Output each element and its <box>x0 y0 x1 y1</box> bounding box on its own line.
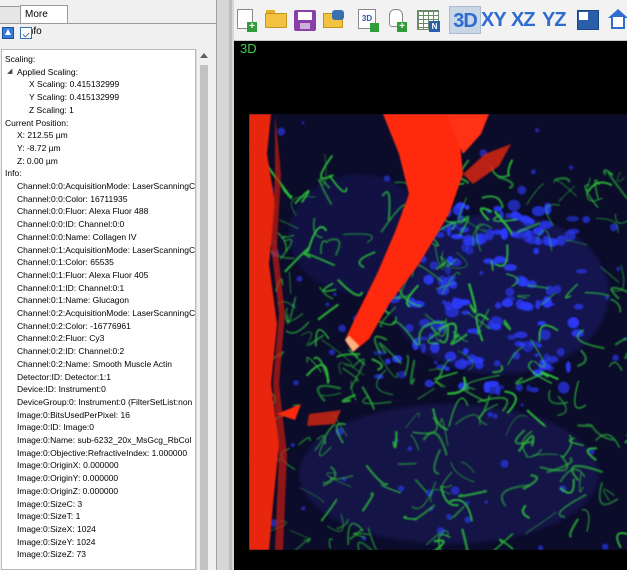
main-toolbar: + 3D + N 3D XY XZ YZ <box>234 0 627 41</box>
tree-item[interactable]: Channel:0:1:ID: Channel:0:1 <box>17 282 124 294</box>
tree-item[interactable]: Image:0:ID: Image:0 <box>17 421 94 433</box>
view-mode-label: 3D <box>240 41 257 56</box>
view-3d-button[interactable]: 3D <box>449 6 481 34</box>
tree-item[interactable]: Z Scaling: 1 <box>29 104 74 116</box>
tree-item[interactable]: Device:ID: Instrument:0 <box>17 383 106 395</box>
tree-item[interactable]: Channel:0:1:Fluor: Alexa Fluor 405 <box>17 269 148 281</box>
layout-icon[interactable] <box>575 7 601 33</box>
image-viewer[interactable]: 3D <box>234 41 627 570</box>
metadata-tree[interactable]: Scaling: ◢ Applied Scaling: X Scaling: 0.41… <box>1 49 196 570</box>
tree-item[interactable]: Image:0:SizeZ: 73 <box>17 548 86 560</box>
microscopy-image[interactable] <box>249 114 627 550</box>
tree-item[interactable]: Image:0:BitsUsedPerPixel: 16 <box>17 409 130 421</box>
tree-item[interactable]: Detector:ID: Detector:1:1 <box>17 371 111 383</box>
tree-item[interactable]: Channel:0:1:Name: Glucagon <box>17 294 129 306</box>
panel-toolbar <box>0 23 216 44</box>
tree-item[interactable]: Image:0:Name: sub-6232_20x_MsGcg_RbCol <box>17 434 191 446</box>
expand-toggle-icon[interactable]: ◢ <box>7 66 12 78</box>
view-xy-button[interactable]: XY <box>481 6 507 34</box>
tree-item[interactable]: Channel:0:2:ID: Channel:0:2 <box>17 345 124 357</box>
tree-item[interactable]: Channel:0:2:AcquisitionMode: LaserScanni… <box>17 307 195 319</box>
new-document-icon[interactable]: + <box>234 7 260 33</box>
python-folder-icon[interactable] <box>321 7 347 33</box>
view-xz-button[interactable]: XZ <box>511 6 536 34</box>
tree-item[interactable]: Image:0:SizeT: 1 <box>17 510 80 522</box>
panel-splitter[interactable] <box>217 0 234 570</box>
document-check-icon[interactable] <box>20 27 32 39</box>
scrollbar-thumb[interactable] <box>200 65 208 570</box>
tree-item[interactable]: Applied Scaling: <box>17 66 78 78</box>
sort-up-icon[interactable] <box>2 27 14 39</box>
tree-item[interactable]: Channel:0:2:Fluor: Cy3 <box>17 332 104 344</box>
tree-item[interactable]: Channel:0:0:ID: Channel:0:0 <box>17 218 124 230</box>
tree-item[interactable]: Y Scaling: 0.415132999 <box>29 91 119 103</box>
tree-item[interactable]: Image:0:SizeY: 1024 <box>17 536 95 548</box>
tree-item[interactable]: Scaling: <box>5 53 35 65</box>
tree-item[interactable]: X: 212.55 µm <box>17 129 68 141</box>
tree-item[interactable]: Channel:0:0:Fluor: Alexa Fluor 488 <box>17 205 148 217</box>
tree-item[interactable]: Image:0:OriginZ: 0.000000 <box>17 485 118 497</box>
tree-item[interactable]: Info: <box>5 167 22 179</box>
info-panel: ges More Info Scaling:◢Applied Scaling:X… <box>0 0 217 570</box>
tree-scrollbar[interactable] <box>196 49 211 570</box>
tree-item[interactable]: Image:0:OriginY: 0.000000 <box>17 472 118 484</box>
tree-item[interactable]: X Scaling: 0.415132999 <box>29 78 119 90</box>
tree-item[interactable]: Current Position: <box>5 117 68 129</box>
tree-item[interactable]: Channel:0:2:Color: -16776961 <box>17 320 131 332</box>
tree-item[interactable]: Y: -8.72 µm <box>17 142 61 154</box>
tree-item[interactable]: Channel:0:1:Color: 65535 <box>17 256 114 268</box>
tree-item[interactable]: Image:0:OriginX: 0.000000 <box>17 459 119 471</box>
tree-item[interactable]: Image:0:SizeC: 3 <box>17 498 82 510</box>
microscopy-render <box>249 114 627 550</box>
spreadsheet-icon[interactable]: N <box>415 7 441 33</box>
save-disk-icon[interactable] <box>292 7 318 33</box>
tree-item[interactable]: Channel:0:0:Name: Collagen IV <box>17 231 137 243</box>
tree-item[interactable]: Channel:0:2:Name: Smooth Muscle Actin <box>17 358 172 370</box>
add-annotation-icon[interactable]: + <box>384 7 410 33</box>
tab-more-info[interactable]: More Info <box>20 5 68 37</box>
export-3d-icon[interactable]: 3D <box>355 7 381 33</box>
tree-item[interactable]: Z: 0.00 µm <box>17 155 58 167</box>
tree-item[interactable]: Channel:0:0:Color: 16711935 <box>17 193 127 205</box>
scroll-up-icon[interactable] <box>200 53 208 58</box>
tree-item[interactable]: DeviceGroup:0: Instrument:0 (FilterSetLi… <box>17 396 192 408</box>
tree-item[interactable]: Channel:0:1:AcquisitionMode: LaserScanni… <box>17 244 195 256</box>
view-yz-button[interactable]: YZ <box>542 6 567 34</box>
open-folder-icon[interactable] <box>263 7 289 33</box>
splitter-grip[interactable] <box>229 0 232 570</box>
home-icon[interactable] <box>608 7 627 33</box>
panel-tabs: ges More Info <box>0 5 216 37</box>
tree-item[interactable]: Image:0:Objective:RefractiveIndex: 1.000… <box>17 447 187 459</box>
tree-item[interactable]: Channel:0:0:AcquisitionMode: LaserScanni… <box>17 180 195 192</box>
tree-item[interactable]: Image:0:SizeX: 1024 <box>17 523 96 535</box>
